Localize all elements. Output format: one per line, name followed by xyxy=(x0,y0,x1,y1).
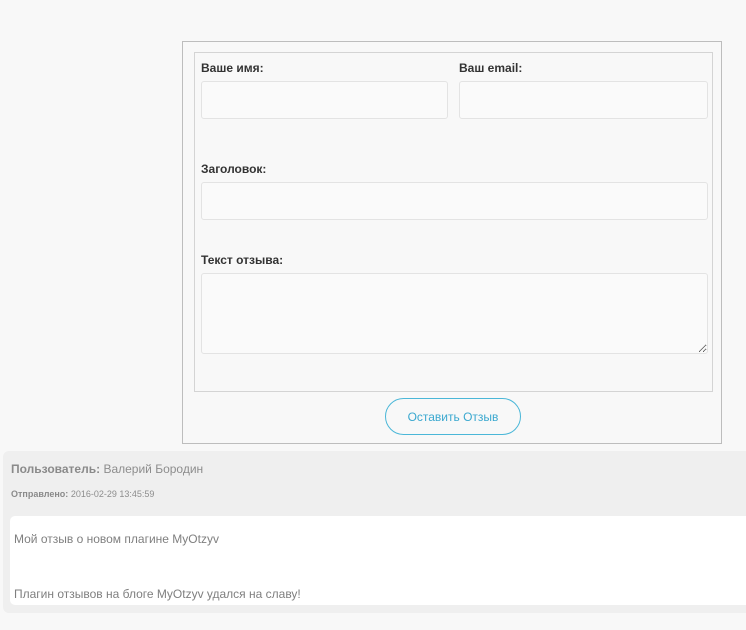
review-text-field-label: Текст отзыва: xyxy=(201,253,284,267)
review-author: Пользователь: Валерий Бородин xyxy=(11,462,203,476)
review-text-input[interactable] xyxy=(201,273,708,354)
email-field-label: Ваш email: xyxy=(459,61,523,75)
title-input[interactable] xyxy=(201,182,708,220)
review-author-name: Валерий Бородин xyxy=(103,462,204,476)
submit-review-button[interactable]: Оставить Отзыв xyxy=(385,398,521,435)
review-body: Мой отзыв о новом плагине MyOtzyv Плагин… xyxy=(10,516,746,605)
review-date-value: 2016-02-29 13:45:59 xyxy=(70,489,155,499)
email-input[interactable] xyxy=(459,81,708,119)
title-field-label: Заголовок: xyxy=(201,162,267,176)
review-date: Отправлено: 2016-02-29 13:45:59 xyxy=(11,489,154,499)
review-date-label: Отправлено: xyxy=(11,489,69,499)
review-text: Плагин отзывов на блоге MyOtzyv удался н… xyxy=(14,587,301,601)
review-form-fields: Ваше имя: Ваш email: Заголовок: Текст от… xyxy=(194,52,713,392)
review-form: Ваше имя: Ваш email: Заголовок: Текст от… xyxy=(182,41,722,444)
review-item: Пользователь: Валерий Бородин Отправлено… xyxy=(3,451,746,613)
review-author-label: Пользователь: xyxy=(11,462,101,476)
name-field-label: Ваше имя: xyxy=(201,61,264,75)
name-input[interactable] xyxy=(201,81,448,119)
review-title: Мой отзыв о новом плагине MyOtzyv xyxy=(14,532,219,546)
